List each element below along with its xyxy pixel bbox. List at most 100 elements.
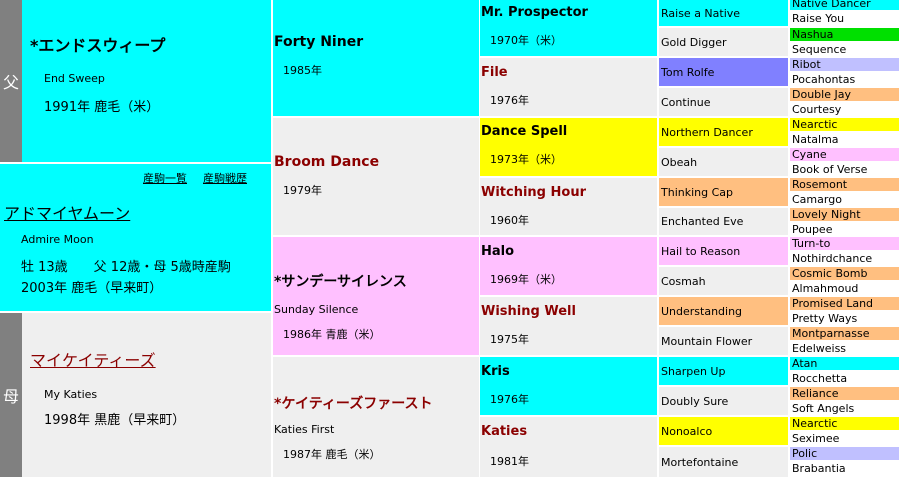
gen4-cell: Rocchetta: [790, 372, 899, 385]
gen2-name: Witching Hour: [481, 185, 586, 200]
gen4-cell: Ribot: [790, 58, 899, 71]
gen4-cell: Book of Verse: [790, 163, 899, 176]
dam-cell: マイケイティーズ My Katies 1998年 黒鹿（早来町）: [22, 313, 271, 477]
dam-side-label: 母: [0, 313, 22, 477]
grandparent-name: *ケイティーズファースト: [274, 396, 433, 412]
grandparent-name: *サンデーサイレンス: [274, 274, 407, 290]
gen4-cell: Nearctic: [790, 118, 899, 131]
gen4-cell: Montparnasse: [790, 327, 899, 340]
gen2-name: Kris: [481, 364, 510, 379]
gen2-name: File: [481, 65, 508, 80]
gen3-cell: Obeah: [659, 148, 788, 176]
gen4-cell: Pretty Ways: [790, 312, 899, 325]
dam-info: 1998年 黒鹿（早来町）: [44, 413, 186, 428]
gen2-cell: Wishing Well 1975年: [480, 297, 657, 355]
gen2-cell: Dance Spell 1973年（米）: [480, 118, 657, 176]
gen4-cell: Nothirdchance: [790, 252, 899, 265]
gen2-info: 1976年: [490, 393, 529, 406]
gen4-cell: Sequence: [790, 43, 899, 56]
sire-info: 1991年 鹿毛（米）: [44, 100, 160, 115]
gen4-cell: Almahmoud: [790, 282, 899, 295]
gen4-cell: Atan: [790, 357, 899, 370]
horse-age: 牡 13歳 父 12歳・母 5歳時産駒: [21, 260, 231, 275]
gen4-cell: Nashua: [790, 28, 899, 41]
gen3-cell: Sharpen Up: [659, 357, 788, 385]
gen3-cell: Mortefontaine: [659, 447, 788, 477]
progeny-list-link[interactable]: 産駒一覧: [143, 170, 187, 186]
grandparent-en-name: Sunday Silence: [274, 303, 359, 316]
horse-name[interactable]: アドマイヤムーン: [4, 200, 130, 224]
gen2-cell: Halo 1969年（米）: [480, 237, 657, 295]
gen2-cell: Kris 1976年: [480, 357, 657, 415]
gen2-cell: Witching Hour 1960年: [480, 178, 657, 235]
gen2-name: Katies: [481, 424, 528, 439]
grandparent-name: Forty Niner: [274, 34, 364, 50]
sire-cell: *エンドスウィープ End Sweep 1991年 鹿毛（米）: [22, 0, 271, 162]
gen4-cell: Lovely Night: [790, 208, 899, 221]
gen3-cell: Raise a Native: [659, 0, 788, 26]
grandparent-cell: Broom Dance 1979年: [273, 118, 479, 235]
gen4-cell: Edelweiss: [790, 342, 899, 355]
sire-side-label: 父: [0, 0, 22, 162]
grandparent-info: 1986年 青鹿（米）: [283, 328, 381, 341]
gen4-cell: Cosmic Bomb: [790, 267, 899, 280]
gen3-cell: Nonoalco: [659, 417, 788, 445]
gen2-cell: Mr. Prospector 1970年（米）: [480, 0, 657, 56]
gen3-cell: Doubly Sure: [659, 387, 788, 415]
gen2-info: 1975年: [490, 333, 529, 346]
grandparent-info: 1987年 鹿毛（米）: [283, 448, 381, 461]
horse-cell: 産駒一覧 産駒戦歴 アドマイヤムーン Admire Moon 牡 13歳 父 1…: [0, 164, 271, 311]
gen3-cell: Cosmah: [659, 267, 788, 295]
horse-info: 2003年 鹿毛（早来町）: [21, 281, 163, 296]
gen3-cell: Northern Dancer: [659, 118, 788, 146]
gen4-cell: Cyane: [790, 148, 899, 161]
gen3-cell: Mountain Flower: [659, 327, 788, 355]
gen2-cell: File 1976年: [480, 58, 657, 116]
gen2-info: 1960年: [490, 214, 529, 227]
grandparent-cell: Forty Niner 1985年: [273, 0, 479, 116]
gen4-cell: Polic: [790, 447, 899, 460]
grandparent-info: 1985年: [283, 64, 322, 77]
gen4-cell: Seximee: [790, 432, 899, 445]
gen4-cell: Pocahontas: [790, 73, 899, 86]
gen2-name: Wishing Well: [481, 304, 576, 319]
grandparent-cell: *ケイティーズファースト Katies First 1987年 鹿毛（米）: [273, 357, 479, 477]
gen2-name: Dance Spell: [481, 124, 568, 139]
gen4-cell: Native Dancer: [790, 0, 899, 10]
gen3-cell: Hail to Reason: [659, 237, 788, 265]
grandparent-info: 1979年: [283, 184, 322, 197]
gen2-info: 1981年: [490, 455, 529, 468]
gen3-cell: Tom Rolfe: [659, 58, 788, 86]
gen2-info: 1969年（米）: [490, 273, 562, 286]
gen4-cell: Double Jay: [790, 88, 899, 101]
gen2-info: 1973年（米）: [490, 153, 562, 166]
gen3-cell: Gold Digger: [659, 28, 788, 56]
grandparent-name: Broom Dance: [274, 154, 380, 170]
gen4-cell: Courtesy: [790, 103, 899, 116]
gen2-cell: Katies 1981年: [480, 417, 657, 477]
sire-en-name: End Sweep: [44, 72, 105, 85]
grandparent-en-name: Katies First: [274, 423, 335, 436]
gen4-cell: Raise You: [790, 12, 899, 26]
gen4-cell: Poupee: [790, 223, 899, 235]
gen2-info: 1970年（米）: [490, 34, 562, 47]
dam-name[interactable]: マイケイティーズ: [30, 347, 156, 371]
gen4-cell: Brabantia: [790, 462, 899, 477]
gen3-cell: Continue: [659, 88, 788, 116]
gen2-name: Mr. Prospector: [481, 5, 588, 20]
gen3-cell: Understanding: [659, 297, 788, 325]
gen4-cell: Reliance: [790, 387, 899, 400]
progeny-record-link[interactable]: 産駒戦歴: [203, 170, 247, 186]
dam-en-name: My Katies: [44, 388, 98, 401]
gen4-cell: Rosemont: [790, 178, 899, 191]
gen4-cell: Soft Angels: [790, 402, 899, 415]
gen4-cell: Turn-to: [790, 237, 899, 250]
horse-en-name: Admire Moon: [21, 233, 94, 246]
gen4-cell: Camargo: [790, 193, 899, 206]
gen4-cell: Nearctic: [790, 417, 899, 430]
sire-name: *エンドスウィープ: [30, 36, 166, 55]
gen3-cell: Enchanted Eve: [659, 208, 788, 235]
grandparent-cell: *サンデーサイレンス Sunday Silence 1986年 青鹿（米）: [273, 237, 479, 355]
gen2-info: 1976年: [490, 94, 529, 107]
gen4-cell: Promised Land: [790, 297, 899, 310]
